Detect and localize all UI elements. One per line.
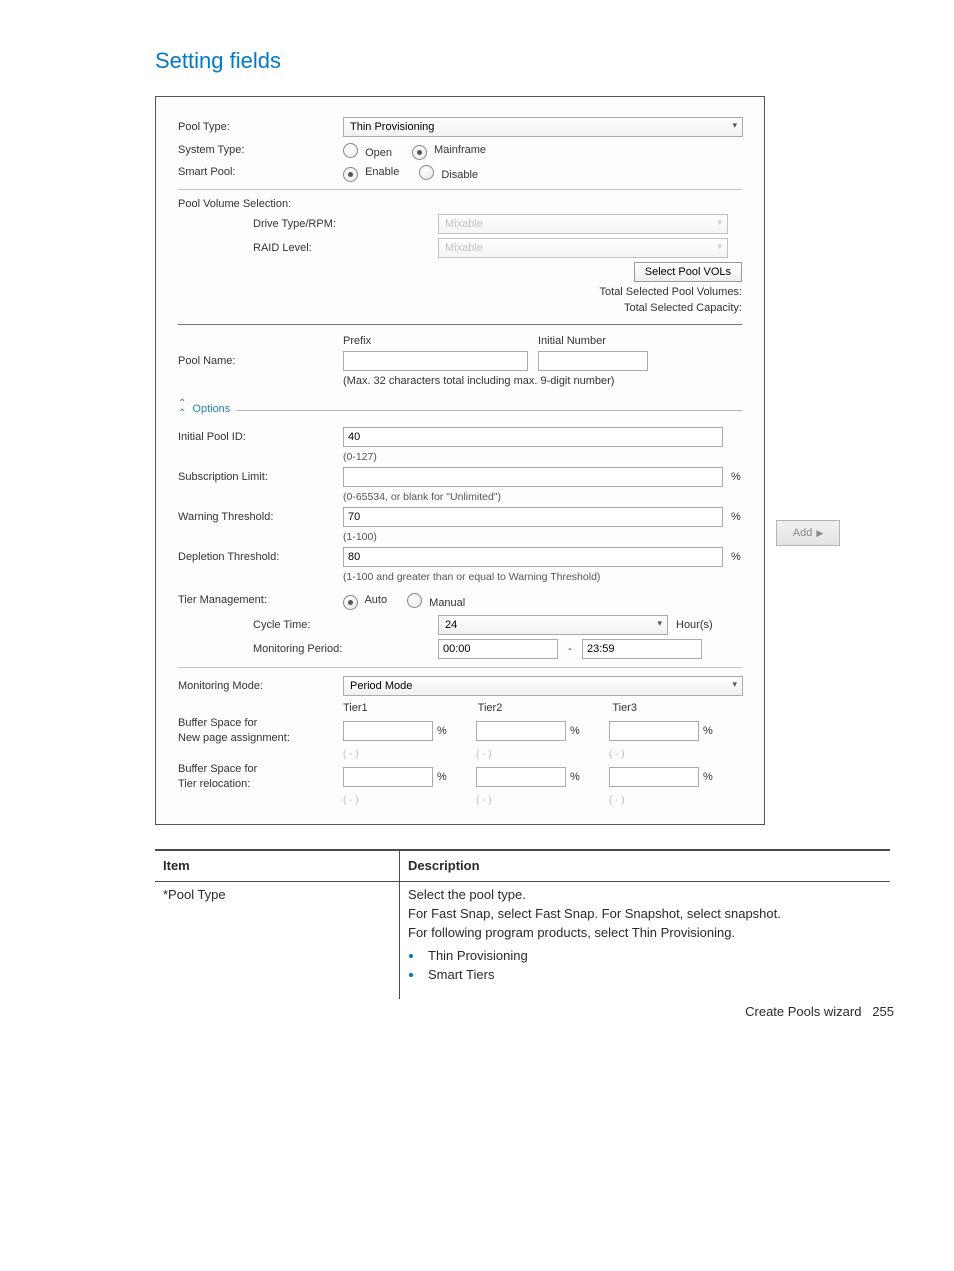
radio-icon xyxy=(343,167,358,182)
divider xyxy=(178,667,742,668)
smart-pool-enable-radio[interactable]: Enable xyxy=(343,165,399,180)
cycle-time-label: Cycle Time: xyxy=(178,619,438,631)
subscription-limit-label: Subscription Limit: xyxy=(178,471,343,483)
range-separator: - xyxy=(558,643,582,655)
tier-placeholder: ( - ) xyxy=(343,795,359,806)
cycle-time-unit: Hour(s) xyxy=(676,619,713,631)
table-header-item: Item xyxy=(155,851,400,883)
monitoring-from-input[interactable] xyxy=(438,639,558,659)
divider xyxy=(178,324,742,325)
total-selected-capacity-label: Total Selected Capacity: xyxy=(624,302,742,314)
initial-number-header: Initial Number xyxy=(538,335,606,347)
monitoring-mode-label: Monitoring Mode: xyxy=(178,680,343,692)
pool-type-select[interactable]: Thin Provisioning xyxy=(343,117,743,137)
add-button[interactable]: Add ▶ xyxy=(776,520,840,546)
radio-icon xyxy=(343,143,358,158)
chevron-right-icon: ▶ xyxy=(816,528,823,539)
system-type-label: System Type: xyxy=(178,144,343,156)
chevron-collapse-icon: ⌃⌃ xyxy=(178,399,186,419)
depletion-threshold-hint: (1-100 and greater than or equal to Warn… xyxy=(343,571,742,583)
initial-pool-id-label: Initial Pool ID: xyxy=(178,431,343,443)
buffer-rel-label: Buffer Space for Tier relocation: xyxy=(178,762,343,793)
bullet-item: Smart Tiers xyxy=(424,966,882,985)
pool-name-label: Pool Name: xyxy=(178,355,343,367)
warning-threshold-hint: (1-100) xyxy=(343,531,742,543)
buffer-new-tier1-input[interactable] xyxy=(343,721,433,741)
tier-auto-radio[interactable]: Auto xyxy=(343,593,387,608)
settings-panel: Pool Type: Thin Provisioning System Type… xyxy=(155,96,765,825)
depletion-threshold-input[interactable] xyxy=(343,547,723,567)
options-toggle[interactable]: ⌃⌃ Options xyxy=(178,399,742,419)
smart-pool-label: Smart Pool: xyxy=(178,166,343,178)
table-cell-item: *Pool Type xyxy=(155,882,400,998)
percent-suffix: % xyxy=(570,725,580,737)
radio-icon xyxy=(412,145,427,160)
pool-name-prefix-input[interactable] xyxy=(343,351,528,371)
tier-placeholder: ( - ) xyxy=(343,749,359,760)
tier1-header: Tier1 xyxy=(343,702,368,714)
percent-suffix: % xyxy=(703,771,713,783)
table-header-description: Description xyxy=(400,851,890,883)
percent-suffix: % xyxy=(731,511,741,523)
warning-threshold-input[interactable] xyxy=(343,507,723,527)
percent-suffix: % xyxy=(731,471,741,483)
table-cell-description: Select the pool type. For Fast Snap, sel… xyxy=(400,882,890,998)
page-heading: Setting fields xyxy=(155,48,894,74)
prefix-header: Prefix xyxy=(343,335,538,347)
tier-management-label: Tier Management: xyxy=(178,594,343,606)
pool-name-initial-input[interactable] xyxy=(538,351,648,371)
percent-suffix: % xyxy=(703,725,713,737)
total-selected-volumes-label: Total Selected Pool Volumes: xyxy=(600,286,742,298)
tier-placeholder: ( - ) xyxy=(609,795,625,806)
percent-suffix: % xyxy=(570,771,580,783)
cycle-time-select[interactable]: 24 xyxy=(438,615,668,635)
drive-type-label: Drive Type/RPM: xyxy=(178,218,438,230)
tier-manual-radio[interactable]: Manual xyxy=(407,591,465,609)
pool-type-label: Pool Type: xyxy=(178,121,343,133)
subscription-limit-hint: (0-65534, or blank for "Unlimited") xyxy=(343,491,742,503)
divider xyxy=(178,189,742,190)
buffer-rel-tier1-input[interactable] xyxy=(343,767,433,787)
radio-icon xyxy=(407,593,422,608)
bullet-item: Thin Provisioning xyxy=(424,947,882,966)
tier-placeholder: ( - ) xyxy=(609,749,625,760)
initial-pool-id-hint: (0-127) xyxy=(343,451,742,463)
smart-pool-disable-radio[interactable]: Disable xyxy=(419,163,478,181)
description-table: Item Description *Pool Type Select the p… xyxy=(155,849,890,999)
subscription-limit-input[interactable] xyxy=(343,467,723,487)
initial-pool-id-input[interactable] xyxy=(343,427,723,447)
warning-threshold-label: Warning Threshold: xyxy=(178,511,343,523)
monitoring-to-input[interactable] xyxy=(582,639,702,659)
percent-suffix: % xyxy=(437,725,447,737)
system-type-open-radio[interactable]: Open xyxy=(343,141,392,159)
drive-type-select: Mixable xyxy=(438,214,728,234)
buffer-new-tier3-input[interactable] xyxy=(609,721,699,741)
buffer-new-tier2-input[interactable] xyxy=(476,721,566,741)
radio-icon xyxy=(419,165,434,180)
radio-icon xyxy=(343,595,358,610)
tier2-header: Tier2 xyxy=(478,702,503,714)
tier3-header: Tier3 xyxy=(612,702,637,714)
percent-suffix: % xyxy=(437,771,447,783)
pool-name-hint: (Max. 32 characters total including max.… xyxy=(343,375,614,387)
tier-placeholder: ( - ) xyxy=(476,795,492,806)
page-footer: Create Pools wizard 255 xyxy=(745,1004,894,1019)
raid-level-label: RAID Level: xyxy=(178,242,438,254)
pool-volume-selection-label: Pool Volume Selection: xyxy=(178,198,291,210)
buffer-rel-tier2-input[interactable] xyxy=(476,767,566,787)
depletion-threshold-label: Depletion Threshold: xyxy=(178,551,343,563)
monitoring-period-label: Monitoring Period: xyxy=(178,643,438,655)
buffer-new-label: Buffer Space for New page assignment: xyxy=(178,716,343,747)
percent-suffix: % xyxy=(731,551,741,563)
raid-level-select: Mixable xyxy=(438,238,728,258)
monitoring-mode-select[interactable]: Period Mode xyxy=(343,676,743,696)
select-pool-vols-button[interactable]: Select Pool VOLs xyxy=(634,262,742,282)
system-type-mainframe-radio[interactable]: Mainframe xyxy=(412,143,486,158)
tier-placeholder: ( - ) xyxy=(476,749,492,760)
buffer-rel-tier3-input[interactable] xyxy=(609,767,699,787)
